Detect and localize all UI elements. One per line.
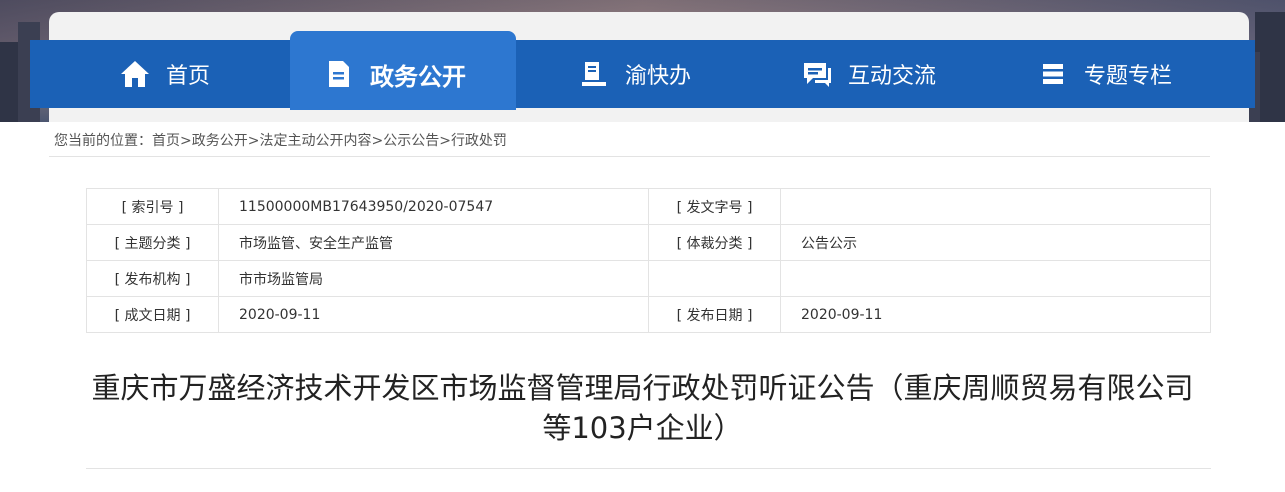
genre-category-value: 公告公示 [780, 224, 1211, 261]
table-row: [ 索引号 ] 11500000MB17643950/2020-07547 [ … [86, 188, 1211, 225]
article-title-line: 等103户企业） [542, 411, 743, 445]
breadcrumb-link-statutory-disclosure[interactable]: 法定主动公开内容 [259, 133, 371, 149]
table-row: [ 成文日期 ] 2020-09-11 [ 发布日期 ] 2020-09-11 [86, 296, 1211, 333]
nav-item-label: 互动交流 [848, 64, 937, 89]
nav-item-government-affairs[interactable]: 政务公开 [322, 40, 466, 108]
publisher-value: 市市场监管局 [218, 260, 649, 297]
nav-item-home[interactable]: 首页 [118, 40, 210, 108]
breadcrumb-link-administrative-penalty[interactable]: 行政处罚 [451, 133, 507, 149]
header-banner: 首页 政务公开 渝快办 互动交流 专题专栏 [0, 0, 1285, 122]
document-number-label: [ 发文字号 ] [648, 188, 781, 225]
table-row: [ 发布机构 ] 市市场监管局 [86, 260, 1211, 297]
breadcrumb-separator: > [180, 133, 192, 149]
genre-category-label: [ 体裁分类 ] [648, 224, 781, 261]
chat-icon [800, 57, 834, 91]
created-date-value: 2020-09-11 [218, 296, 649, 333]
nav-item-yukuaiban[interactable]: 渝快办 [577, 40, 691, 108]
nav-item-interaction[interactable]: 互动交流 [800, 40, 936, 108]
breadcrumb-prefix: 您当前的位置： [54, 133, 152, 149]
published-date-label: [ 发布日期 ] [648, 296, 781, 333]
breadcrumb-separator: > [439, 133, 451, 149]
nav-item-special-topics[interactable]: 专题专栏 [1036, 40, 1172, 108]
document-number-value [780, 188, 1211, 225]
article-title-line: 重庆市万盛经济技术开发区市场监督管理局行政处罚听证公告（重庆周顺贸易有限公司 [91, 371, 1194, 405]
publisher-label: [ 发布机构 ] [86, 260, 219, 297]
breadcrumb-separator: > [247, 133, 260, 149]
breadcrumb-link-home[interactable]: 首页 [152, 133, 180, 149]
breadcrumb-link-government-affairs[interactable]: 政务公开 [192, 133, 248, 149]
nav-item-label: 渝快办 [625, 64, 692, 89]
empty-cell [648, 260, 781, 297]
breadcrumb-divider [49, 156, 1210, 157]
empty-cell [780, 260, 1211, 297]
breadcrumb-separator: > [371, 133, 384, 149]
published-date-value: 2020-09-11 [780, 296, 1211, 333]
article-title: 重庆市万盛经济技术开发区市场监督管理局行政处罚听证公告（重庆周顺贸易有限公司 等… [60, 368, 1225, 448]
breadcrumb-link-announcements[interactable]: 公示公告 [383, 133, 439, 149]
nav-item-label: 专题专栏 [1084, 64, 1173, 89]
document-info-table: [ 索引号 ] 11500000MB17643950/2020-07547 [ … [86, 188, 1211, 333]
created-date-label: [ 成文日期 ] [86, 296, 219, 333]
nav-item-label: 政务公开 [370, 62, 466, 91]
topic-category-label: [ 主题分类 ] [86, 224, 219, 261]
nav-item-label: 首页 [166, 64, 211, 89]
topic-category-value: 市场监管、安全生产监管 [218, 224, 649, 261]
table-row: [ 主题分类 ] 市场监管、安全生产监管 [ 体裁分类 ] 公告公示 [86, 224, 1211, 261]
index-number-value: 11500000MB17643950/2020-07547 [218, 188, 649, 225]
document-icon [322, 57, 356, 91]
breadcrumb: 您当前的位置：首页>政务公开>法定主动公开内容>公示公告>行政处罚 [54, 130, 507, 150]
home-icon [118, 57, 152, 91]
stack-icon [1036, 57, 1070, 91]
service-desk-icon [577, 57, 611, 91]
index-number-label: [ 索引号 ] [86, 188, 219, 225]
title-divider [86, 468, 1211, 469]
